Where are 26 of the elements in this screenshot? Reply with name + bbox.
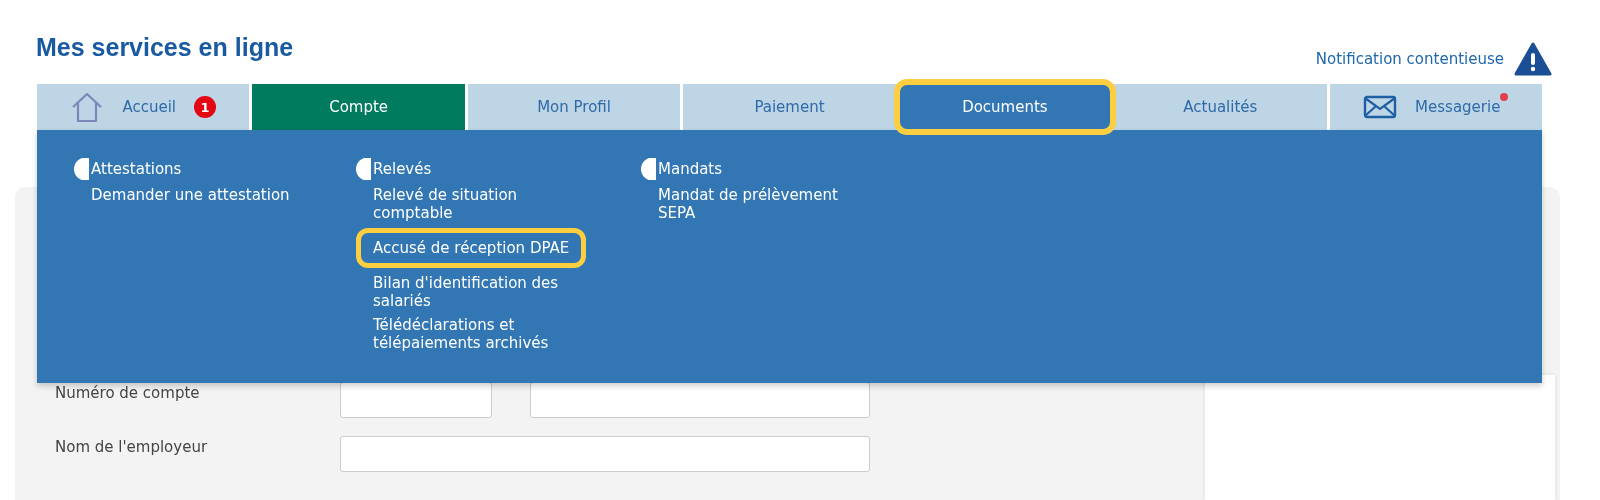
nav-tab[interactable]: Mon Profil [467,84,681,130]
warning-icon [1514,42,1552,76]
count-badge: 1 [194,96,216,118]
field-label: Numéro de compte [55,383,201,402]
menu-link[interactable]: Relevé de situation comptable [373,186,583,222]
nav-tab[interactable]: Actualités [1114,84,1327,130]
menu-link[interactable]: Accusé de réception DPAE [356,228,587,268]
notification-link[interactable]: Notification contentieuse [1315,50,1504,68]
menu-heading: Mandats [658,160,723,178]
menu-link[interactable]: Bilan d'identification des salariés [373,274,583,310]
nav-tab[interactable]: Compte [252,84,465,130]
input-field[interactable] [530,382,870,418]
menu-link[interactable]: Télédéclarations et télépaiements archivés [373,316,583,352]
nav-tab[interactable]: Accueil 1 [37,84,250,130]
menu-link[interactable]: Mandat de prélèvement SEPA [658,186,868,222]
field-label: Nom de l'employeur [55,437,209,456]
page-title: Mes services en ligne [36,33,294,62]
envelope-icon [1363,95,1398,119]
menu-heading: Attestations [91,160,182,178]
input-field[interactable] [340,436,870,472]
menu-heading: Relevés [373,160,432,178]
nav-tab[interactable]: Paiement [683,84,896,130]
input-field[interactable] [340,382,492,418]
notification-dot-icon [1500,93,1509,101]
menu-link[interactable]: Demander une attestation [91,186,301,204]
nav-tab[interactable]: Messagerie [1329,84,1542,130]
